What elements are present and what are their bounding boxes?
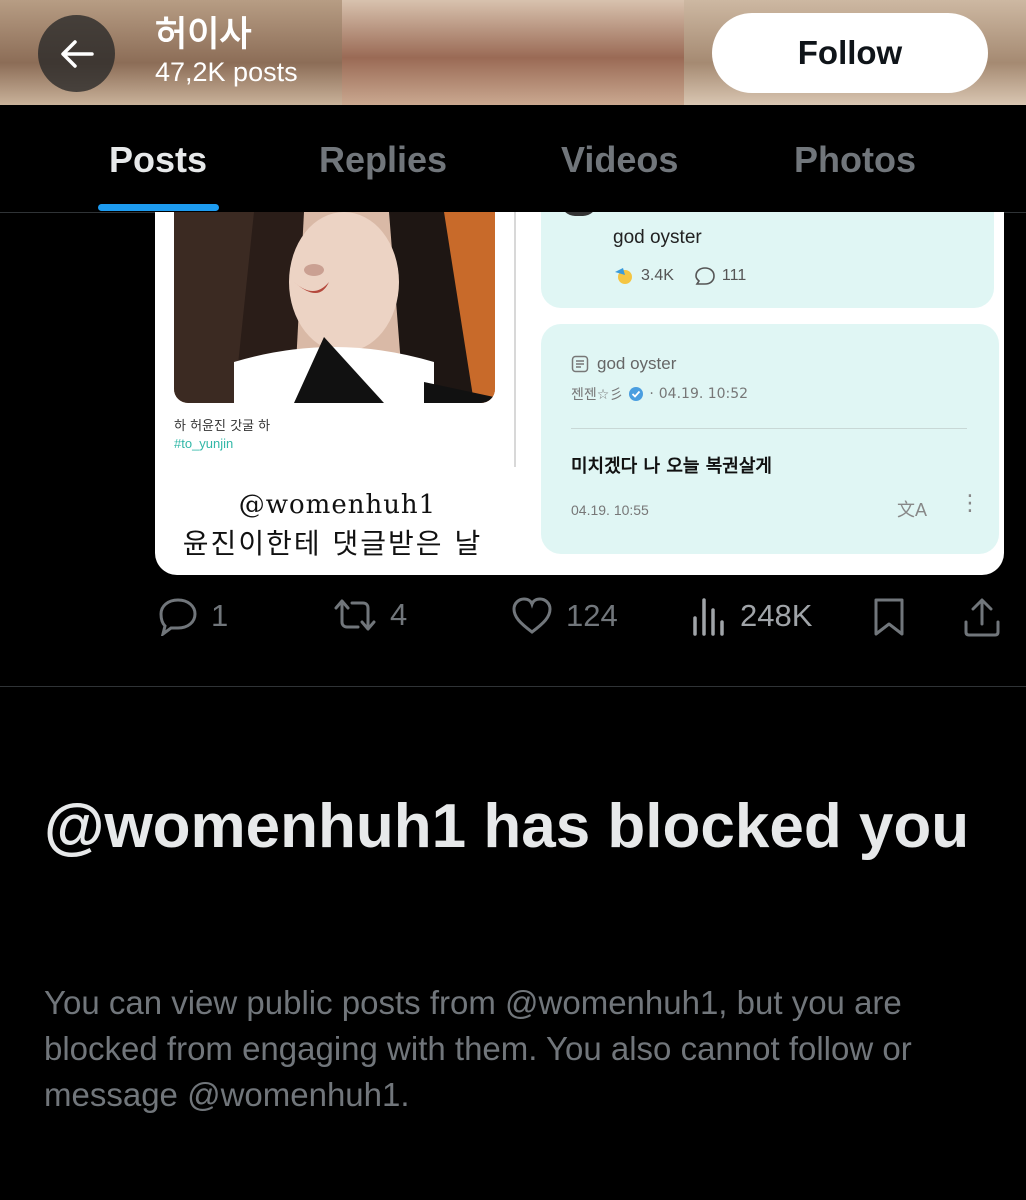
post-media-image[interactable]: 하 허윤진 갓굴 하 #to_yunjin @womenhuh1 윤진이한테 댓… — [155, 212, 1004, 575]
blocked-description: You can view public posts from @womenhuh… — [44, 984, 912, 1113]
post-action-bar: 1 4 124 248K — [0, 590, 1026, 646]
photo-hashtag: #to_yunjin — [174, 436, 234, 451]
comment-text: god oyster — [613, 227, 702, 248]
share-button[interactable] — [962, 596, 1002, 638]
reply-count: 1 — [211, 598, 229, 633]
banner-photo-2 — [342, 0, 684, 105]
views-icon — [693, 598, 724, 636]
tab-videos[interactable]: Videos — [561, 138, 678, 182]
tab-replies[interactable]: Replies — [319, 138, 447, 182]
embedded-photo — [174, 212, 495, 403]
follow-button[interactable]: Follow — [712, 13, 988, 93]
source-title: god oyster — [597, 354, 677, 373]
card-separator — [571, 428, 967, 429]
reply-time: 04.19. 10:55 — [571, 502, 649, 518]
post-count: 47,2K posts — [155, 57, 298, 87]
arrow-left-icon — [60, 39, 94, 68]
profile-header: 허이사 47,2K posts Follow — [0, 0, 1026, 105]
portrait-illustration — [174, 212, 495, 403]
reply-posted-at: 04.19. 10:52 — [658, 386, 749, 402]
document-icon — [571, 355, 589, 373]
reply-author: 젠젠☆彡 — [571, 387, 624, 403]
profile-tabs: Posts Replies Videos Photos — [0, 105, 1026, 213]
translate-icon: 文A — [897, 500, 928, 520]
profile-name: 허이사 — [155, 15, 252, 55]
comment-count: 111 — [721, 267, 747, 284]
reply-button[interactable]: 1 — [157, 596, 228, 636]
reaction-count: 3.4K — [641, 267, 674, 284]
like-button[interactable]: 124 — [510, 596, 618, 636]
share-icon — [964, 598, 1000, 637]
chat-bubble-icon — [695, 267, 715, 285]
reply-body: 미치겠다 나 오늘 복권살게 — [571, 456, 772, 477]
meta-dot: · — [649, 386, 654, 402]
comment-card-top: god oyster 3.4K 111 — [541, 212, 994, 308]
watermark-caption: 윤진이한테 댓글받은 날 — [182, 527, 483, 560]
feed-divider — [0, 686, 1026, 687]
reaction-icon — [615, 268, 632, 284]
like-count: 124 — [566, 598, 618, 633]
profile-title-block: 허이사 47,2K posts — [155, 14, 298, 88]
tab-posts[interactable]: Posts — [109, 138, 207, 182]
comment-card-reply: god oyster 젠젠☆彡 · 04.19. 10:52 미치겠다 나 오늘… — [541, 324, 999, 554]
avatar — [561, 212, 597, 216]
tab-photos[interactable]: Photos — [794, 138, 916, 182]
bookmark-button[interactable] — [870, 596, 908, 638]
source-post: god oyster — [571, 354, 676, 374]
repost-button[interactable]: 4 — [332, 596, 407, 634]
comment-stats: 3.4K 111 — [613, 266, 746, 286]
back-button[interactable] — [38, 15, 115, 92]
active-tab-indicator — [98, 204, 219, 211]
views-count: 248K — [740, 598, 813, 633]
reply-meta: 젠젠☆彡 · 04.19. 10:52 — [571, 384, 748, 404]
blocked-heading: @womenhuh1 has blocked you — [44, 792, 970, 861]
repost-count: 4 — [390, 597, 408, 632]
reply-icon — [159, 598, 197, 636]
views-button[interactable]: 248K — [690, 596, 812, 636]
verified-icon — [629, 387, 644, 401]
heart-icon — [512, 597, 552, 634]
photo-caption: 하 허윤진 갓굴 하 — [174, 419, 271, 434]
bookmark-icon — [874, 598, 904, 636]
repost-icon — [334, 599, 376, 631]
media-divider — [514, 212, 516, 467]
more-icon: ⋮ — [959, 490, 981, 515]
watermark-handle: @womenhuh1 — [238, 490, 437, 520]
